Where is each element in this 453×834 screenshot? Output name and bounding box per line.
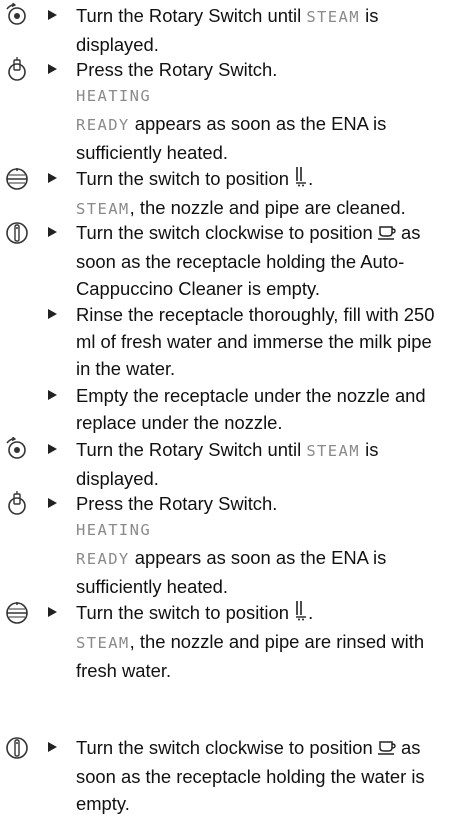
text-span: Turn the Rotary Switch until	[76, 5, 307, 26]
step-text: Press the Rotary Switch. HEATING READY a…	[76, 56, 436, 166]
bullet-arrow-icon	[48, 227, 57, 237]
text-span: Turn the switch to position	[76, 602, 295, 623]
lcd-text: STEAM	[76, 634, 130, 652]
power-switch-icon	[4, 220, 30, 246]
rotary-switch-icon	[4, 437, 30, 463]
bullet-arrow-icon	[48, 742, 57, 752]
cup-icon	[377, 221, 396, 248]
step-text: Empty the receptacle under the nozzle an…	[76, 385, 426, 433]
lcd-text: READY	[76, 550, 130, 568]
bullet-arrow-icon	[48, 173, 57, 183]
step-text: Press the Rotary Switch. HEATING READY a…	[76, 490, 436, 600]
text-span: Press the Rotary Switch.	[76, 59, 278, 80]
text-span: Turn the switch to position	[76, 168, 295, 189]
lcd-text: STEAM	[306, 442, 360, 460]
text-span: Turn the Rotary Switch until	[76, 439, 307, 460]
bullet-arrow-icon	[48, 309, 57, 319]
bullet-arrow-icon	[48, 390, 57, 400]
bullet-arrow-icon	[48, 10, 57, 20]
step-text: Turn the switch to position . STEAM, the…	[76, 167, 406, 218]
step-text: Turn the switch to position . STEAM, the…	[76, 601, 425, 681]
rotary-switch-icon	[4, 3, 30, 29]
step-text: Turn the switch clockwise to position as…	[76, 734, 436, 817]
steam-nozzle-icon	[294, 601, 308, 628]
bullet-arrow-icon	[48, 607, 57, 617]
lcd-text: STEAM	[306, 8, 360, 26]
cup-icon	[377, 736, 396, 763]
lcd-text: HEATING	[76, 87, 152, 105]
text-span: Press the Rotary Switch.	[76, 493, 278, 514]
bullet-arrow-icon	[48, 498, 57, 508]
step-text: Turn the switch clockwise to position as…	[76, 219, 436, 302]
bullet-arrow-icon	[48, 64, 57, 74]
text-span: Turn the switch clockwise to position	[76, 737, 378, 758]
press-switch-icon	[4, 57, 30, 83]
lcd-text: READY	[76, 116, 130, 134]
text-span: Turn the switch clockwise to position	[76, 222, 378, 243]
step-text: Turn the Rotary Switch until STEAM is di…	[76, 2, 436, 58]
switch-position-icon	[4, 166, 30, 192]
switch-position-icon	[4, 600, 30, 626]
text-span: , the nozzle and pipe are cleaned.	[129, 197, 406, 218]
bullet-arrow-icon	[48, 444, 57, 454]
steam-nozzle-icon	[294, 167, 308, 194]
step-text: Turn the Rotary Switch until STEAM is di…	[76, 436, 436, 492]
power-switch-icon	[4, 735, 30, 761]
lcd-text: HEATING	[76, 521, 152, 539]
lcd-text: STEAM	[76, 200, 130, 218]
press-switch-icon	[4, 491, 30, 517]
instruction-page: Turn the Rotary Switch until STEAM is di…	[0, 0, 453, 834]
step-text: Rinse the receptacle thoroughly, fill wi…	[76, 304, 435, 379]
